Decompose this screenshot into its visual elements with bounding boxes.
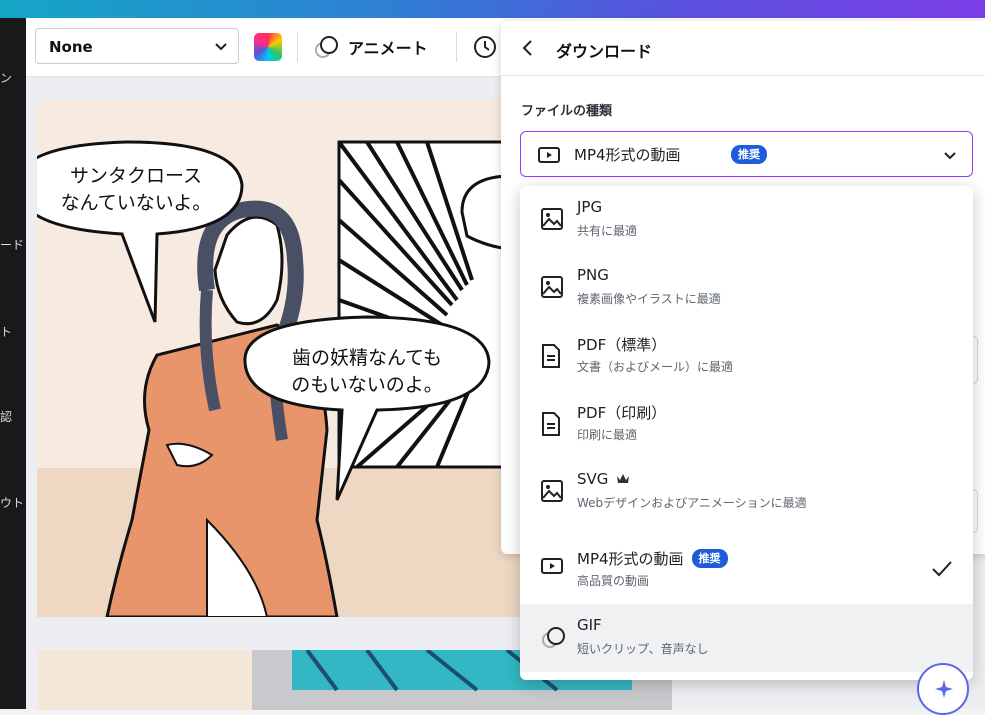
bubble-2-line-2: のもいないのよ。	[291, 374, 443, 396]
document-icon	[542, 344, 560, 368]
font-select-value: None	[49, 38, 93, 56]
animate-icon	[315, 36, 338, 58]
option-jpg[interactable]: JPG 共有に最適	[520, 186, 973, 254]
document-icon	[542, 412, 560, 436]
speech-bubble-1: サンタクロース なんていないよ。	[46, 163, 226, 217]
chevron-down-icon	[944, 152, 956, 160]
option-mp4[interactable]: MP4形式の動画 推奨 高品質の動画	[520, 536, 973, 604]
font-select[interactable]: None	[35, 28, 239, 64]
file-type-label: ファイルの種類	[521, 104, 613, 119]
chevron-down-icon	[215, 43, 227, 51]
back-arrow-icon[interactable]	[519, 39, 537, 57]
toolbar-divider	[297, 32, 298, 62]
option-title: JPG	[577, 198, 603, 216]
file-type-dropdown: JPG 共有に最適 PNG 複素画像やイラストに最適 PDF（標準） 文書（およ…	[520, 186, 973, 680]
option-desc: 印刷に最適	[577, 428, 638, 442]
recommended-badge: 推奨	[731, 145, 767, 164]
bubble-1-line-2: なんていないよ。	[60, 192, 212, 214]
crown-icon	[617, 474, 630, 483]
top-gradient-bar	[0, 0, 985, 18]
option-png[interactable]: PNG 複素画像やイラストに最適	[520, 254, 973, 322]
option-desc: 複素画像やイラストに最適	[577, 292, 721, 306]
file-type-select[interactable]: MP4形式の動画 推奨	[520, 131, 973, 177]
rail-item-3[interactable]: ト	[0, 323, 12, 340]
option-gif[interactable]: GIF 短いクリップ、音声なし	[520, 604, 973, 672]
clock-icon[interactable]	[472, 34, 498, 60]
recommended-badge: 推奨	[691, 549, 728, 568]
option-title: MP4形式の動画	[577, 550, 684, 568]
rail-item-5[interactable]: ウト	[0, 494, 24, 511]
animate-label: アニメート	[348, 39, 428, 58]
option-desc: Webデザインおよびアニメーションに最適	[577, 496, 807, 510]
image-icon	[541, 208, 563, 230]
image-icon	[541, 480, 563, 502]
bubble-2-line-1: 歯の妖精なんても	[291, 347, 443, 369]
checkmark-icon	[932, 561, 952, 577]
option-pdf-standard[interactable]: PDF（標準） 文書（およびメール）に最適	[520, 322, 973, 390]
bubble-1-line-1: サンタクロース	[69, 165, 203, 187]
animate-button[interactable]: アニメート	[314, 33, 428, 61]
option-title: PDF（標準）	[577, 336, 667, 354]
option-pdf-print[interactable]: PDF（印刷） 印刷に最適	[520, 390, 973, 458]
video-icon	[541, 558, 563, 574]
option-desc: 高品質の動画	[577, 574, 650, 588]
sparkle-icon	[935, 680, 953, 698]
option-title: PNG	[577, 266, 609, 284]
image-icon	[541, 276, 563, 298]
option-title: SVG	[577, 470, 609, 488]
file-type-selected: MP4形式の動画	[574, 146, 681, 164]
magic-assistant-button[interactable]	[917, 663, 969, 715]
rail-item-1[interactable]: ン	[0, 69, 12, 86]
left-rail: ン ード ト 認 ウト	[0, 18, 26, 709]
video-icon	[538, 147, 560, 163]
toolbar-divider	[456, 32, 457, 62]
panel-header: ダウンロード	[501, 21, 985, 76]
panel-title: ダウンロード	[556, 42, 653, 61]
option-desc: 共有に最適	[577, 224, 638, 238]
option-title: GIF	[577, 616, 602, 634]
design-page[interactable]: サンタクロース なんていないよ。 歯の妖精なんても のもいないのよ。	[37, 100, 527, 617]
option-title: PDF（印刷）	[577, 404, 667, 422]
color-picker-icon[interactable]	[254, 33, 282, 61]
option-desc: 文書（およびメール）に最適	[577, 360, 734, 374]
rail-item-4[interactable]: 認	[0, 408, 12, 425]
option-desc: 短いクリップ、音声なし	[577, 642, 709, 656]
speech-bubble-2: 歯の妖精なんても のもいないのよ。	[267, 345, 467, 399]
option-svg[interactable]: SVG Webデザインおよびアニメーションに最適	[520, 458, 973, 526]
rail-item-2[interactable]: ード	[0, 236, 24, 253]
gif-icon	[542, 627, 565, 648]
